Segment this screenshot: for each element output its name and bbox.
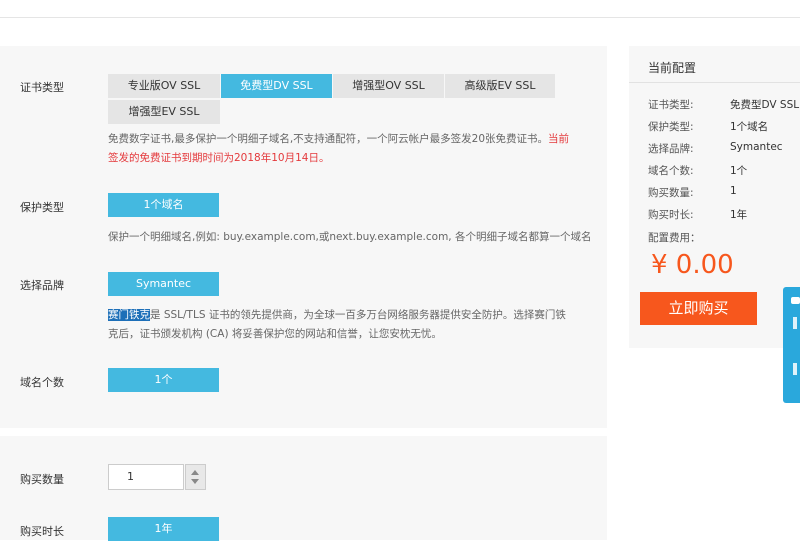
summary-value-brand: Symantec — [730, 141, 783, 153]
protect-type-label: 保护类型 — [20, 201, 64, 214]
summary-value-quantity: 1 — [730, 185, 737, 197]
summary-value-domain-count: 1个 — [730, 165, 748, 177]
cert-type-label: 证书类型 — [20, 81, 64, 94]
buy-now-button[interactable]: 立即购买 — [640, 292, 757, 325]
duration-label: 购买时长 — [20, 525, 64, 538]
widget-text-mark-2 — [793, 363, 797, 375]
purchase-panel — [0, 436, 607, 540]
widget-text-mark-1 — [793, 317, 797, 329]
protect-type-option-1-domain[interactable]: 1个域名 — [108, 193, 220, 217]
brand-desc-highlight: 赛门铁克 — [108, 309, 150, 321]
quantity-label: 购买数量 — [20, 473, 64, 486]
summary-divider — [629, 82, 800, 83]
top-bar — [0, 0, 800, 18]
cert-type-option-dv-free[interactable]: 免费型DV SSL — [221, 74, 333, 98]
summary-key-domain-count: 域名个数: — [648, 165, 694, 177]
quantity-input[interactable]: 1 — [108, 464, 184, 490]
brand-description: 赛门铁克是 SSL/TLS 证书的领先提供商，为全球一百多万台网络服务器提供安全… — [108, 306, 598, 344]
increment-icon[interactable] — [191, 470, 199, 475]
summary-key-cert-type: 证书类型: — [648, 99, 694, 111]
config-summary-panel: 当前配置 证书类型: 免费型DV SSL 保护类型: 1个域名 选择品牌: Sy… — [629, 46, 800, 348]
brand-option-symantec[interactable]: Symantec — [108, 272, 220, 296]
quantity-stepper-arrows — [185, 464, 206, 490]
summary-key-protect-type: 保护类型: — [648, 121, 694, 133]
domain-count-option-1[interactable]: 1个 — [108, 368, 220, 392]
brand-desc-text-1: 是 SSL/TLS 证书的领先提供商，为全球一百多万台网络服务器提供安全防护。选… — [150, 309, 566, 321]
summary-value-protect-type: 1个域名 — [730, 121, 769, 133]
brand-label: 选择品牌 — [20, 279, 64, 292]
decrement-icon[interactable] — [191, 479, 199, 484]
chat-icon — [791, 297, 800, 304]
quantity-stepper: 1 — [108, 464, 206, 490]
summary-value-cert-type: 免费型DV SSL — [730, 99, 800, 111]
cert-type-option-ev-enhanced[interactable]: 增强型EV SSL — [108, 100, 221, 124]
summary-key-brand: 选择品牌: — [648, 143, 694, 155]
cert-type-option-ev-advanced[interactable]: 高级版EV SSL — [445, 74, 556, 98]
floating-contact-widget[interactable] — [783, 287, 800, 403]
cert-type-desc-red-2: 签发的免费证书到期时间为2018年10月14日。 — [108, 152, 330, 164]
cert-type-option-ov-enhanced[interactable]: 增强型OV SSL — [333, 74, 445, 98]
price-value: ¥ 0.00 — [651, 250, 734, 280]
summary-value-duration: 1年 — [730, 209, 748, 221]
cert-type-desc-text: 免费数字证书,最多保护一个明细子域名,不支持通配符，一个阿云帐户最多签发20张免… — [108, 133, 549, 145]
fee-label: 配置费用： — [648, 232, 701, 244]
brand-desc-text-2: 克后，证书颁发机构 (CA) 将妥善保护您的网站和信誉，让您安枕无忧。 — [108, 328, 442, 340]
duration-option-1-year[interactable]: 1年 — [108, 517, 220, 541]
cert-type-option-ov-pro[interactable]: 专业版OV SSL — [108, 74, 221, 98]
cert-type-desc-red-1: 当前 — [548, 133, 570, 145]
summary-key-quantity: 购买数量: — [648, 187, 694, 199]
protect-type-description: 保护一个明细域名,例如: buy.example.com,或next.buy.e… — [108, 231, 592, 243]
cert-type-description: 免费数字证书,最多保护一个明细子域名,不支持通配符，一个阿云帐户最多签发20张免… — [108, 130, 598, 168]
summary-key-duration: 购买时长: — [648, 209, 694, 221]
domain-count-label: 域名个数 — [20, 376, 64, 389]
summary-title: 当前配置 — [648, 61, 697, 75]
